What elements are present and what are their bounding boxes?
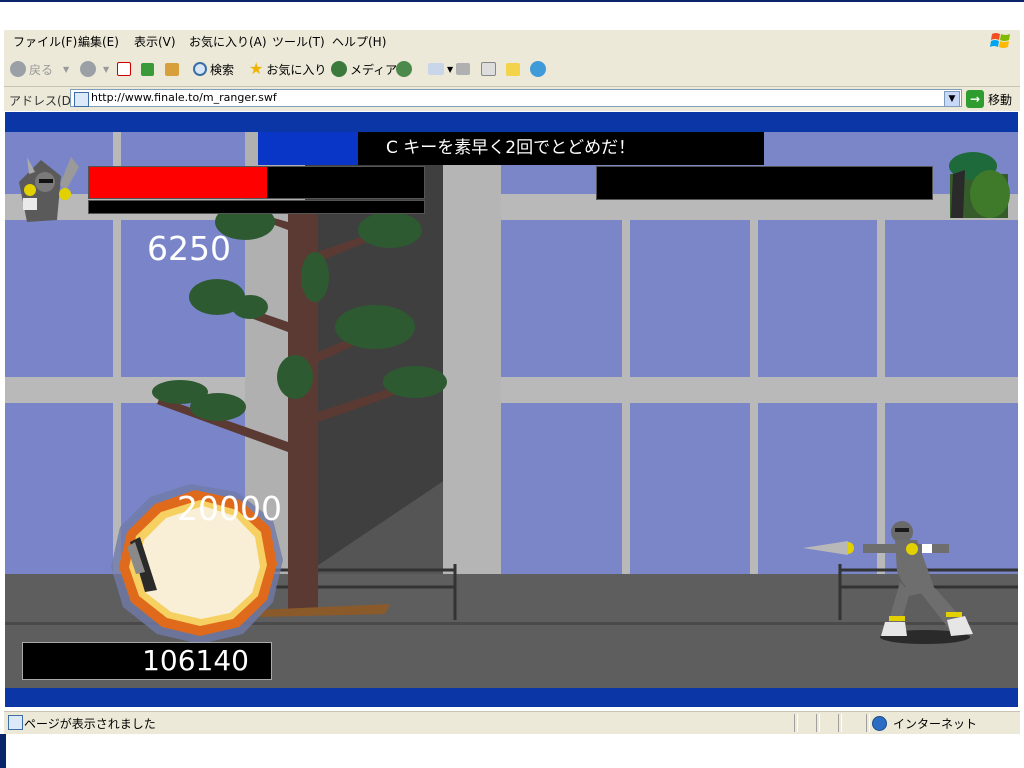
media-icon [331,61,347,77]
page-icon [74,92,89,107]
go-arrow-icon: → [966,90,984,108]
total-score: 106140 [22,642,272,680]
messenger-button[interactable] [530,59,549,79]
search-label: 検索 [210,62,235,77]
floating-score-1: 6250 [147,229,231,268]
address-bar: アドレス(D) http://www.finale.to/m_ranger.sw… [4,87,1020,111]
page-status-icon [8,715,23,730]
menu-file[interactable]: ファイル(F) [13,33,77,50]
status-text: ページが表示されました [24,717,156,731]
history-icon [396,61,412,77]
refresh-icon [141,62,154,76]
status-divider [816,714,820,732]
menu-view[interactable]: 表示(V) [134,33,176,50]
chevron-down-icon: ▼ [447,64,454,74]
stop-button[interactable] [117,59,134,79]
window-edge [0,734,6,768]
chevron-down-icon: ▼ [63,64,70,74]
discuss-button[interactable] [506,59,523,79]
refresh-button[interactable] [141,59,157,79]
go-label: 移動 [988,92,1013,107]
toolbar: 戻る ▼ ▼ 検索 ★ お気に入り メディア ▼ [4,52,1020,87]
status-divider [866,714,870,732]
windows-logo-icon [990,33,1010,48]
menu-help[interactable]: ヘルプ(H) [332,33,386,50]
print-icon [456,63,470,75]
zone-label: インターネット [893,717,978,731]
player-health-bar [88,166,425,199]
stop-icon [117,62,131,76]
star-icon: ★ [249,59,264,78]
status-divider [838,714,842,732]
message-accent [258,132,358,165]
messenger-icon [530,61,546,77]
chevron-down-icon: ▼ [103,64,110,74]
menu-favorites[interactable]: お気に入り(A) [189,33,267,50]
print-button[interactable] [456,59,473,79]
edit-icon [481,62,496,76]
window-titlebar [0,0,1024,30]
menu-bar: ファイル(F) 編集(E) 表示(V) お気に入り(A) ツール(T) ヘルプ(… [4,30,1020,53]
address-label: アドレス(D) [9,94,76,108]
menu-edit[interactable]: 編集(E) [78,33,119,50]
menu-tools[interactable]: ツール(T) [272,33,325,50]
search-button[interactable]: 検索 [193,59,234,79]
search-icon [193,62,207,76]
floating-score-2: 20000 [177,489,282,528]
favorites-button[interactable]: ★ お気に入り [249,59,326,79]
mail-icon [428,63,444,75]
status-bar: ページが表示されました インターネット [4,711,1020,734]
player-special-bar [88,200,425,214]
status-divider [794,714,798,732]
home-button[interactable] [165,59,182,79]
note-icon [506,62,520,76]
enemy-health-bar [596,166,933,200]
address-input[interactable]: http://www.finale.to/m_ranger.swf [70,89,962,107]
forward-arrow-icon [80,61,96,77]
globe-icon [872,716,887,731]
address-dropdown-button[interactable]: ▼ [944,91,960,107]
bottom-frame-stripe [5,688,1018,707]
instruction-message: C キーを素早く2回でとどめだ！ [358,132,764,165]
edit-button[interactable] [481,59,499,79]
favorites-label: お気に入り [266,62,327,77]
back-arrow-icon [10,61,26,77]
home-icon [165,62,179,76]
mail-button[interactable]: ▼ [428,59,453,79]
media-label: メディア [350,62,398,77]
player-health-fill [89,167,267,198]
go-button[interactable]: → 移動 [966,89,1012,109]
forward-button[interactable]: ▼ [80,59,109,79]
back-button[interactable]: 戻る ▼ [10,59,69,79]
history-button[interactable] [396,59,415,79]
back-label: 戻る [29,62,54,77]
security-zone[interactable]: インターネット [872,715,977,732]
pillar-right [443,132,501,574]
game-canvas[interactable]: C キーを素早く2回でとどめだ！ 6250 20000 106140 [5,112,1018,707]
media-button[interactable]: メディア [331,59,397,79]
